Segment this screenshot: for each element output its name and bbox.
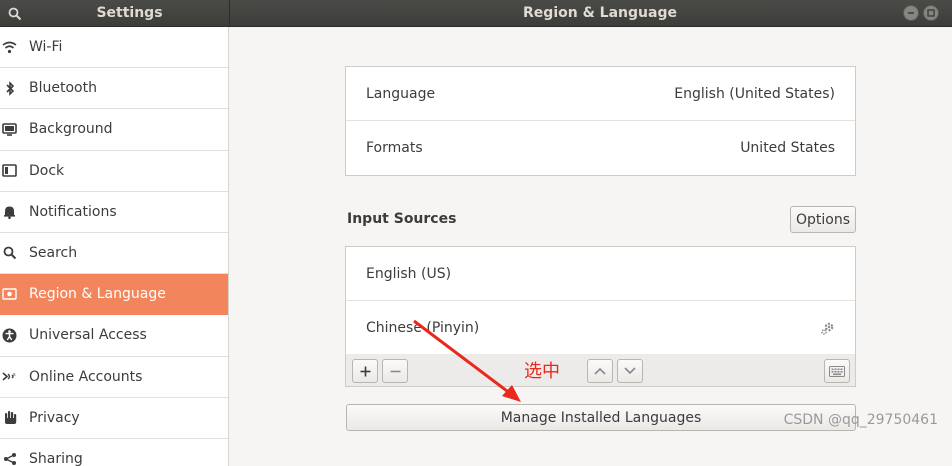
header-bar: Settings Region & Language — [0, 0, 952, 27]
bluetooth-icon — [2, 80, 17, 96]
sidebar-item-label: Sharing — [29, 450, 83, 466]
sidebar-item-bluetooth[interactable]: Bluetooth — [0, 68, 228, 110]
sidebar-item-label: Region & Language — [29, 286, 166, 303]
minimize-icon — [908, 12, 914, 14]
sidebar-item-label: Universal Access — [29, 327, 147, 344]
main-panel: Language English (United States) Formats… — [230, 27, 952, 466]
sidebar: Wi-Fi Bluetooth Background Dock Notifica… — [0, 27, 229, 466]
sidebar-item-sharing[interactable]: Sharing — [0, 439, 228, 466]
sidebar-item-label: Bluetooth — [29, 80, 97, 97]
sidebar-item-label: Privacy — [29, 409, 80, 426]
sidebar-item-online-accounts[interactable]: s Online Accounts — [0, 357, 228, 398]
flag-icon — [2, 286, 17, 302]
sidebar-item-label: Search — [29, 245, 78, 262]
minimize-button[interactable] — [903, 5, 919, 21]
hand-icon — [2, 410, 17, 426]
sidebar-item-label: Online Accounts — [29, 368, 143, 385]
accessibility-icon — [2, 327, 17, 343]
online-accounts-icon: s — [2, 369, 17, 385]
sidebar-item-notifications[interactable]: Notifications — [0, 192, 228, 233]
sidebar-item-privacy[interactable]: Privacy — [0, 398, 228, 439]
sidebar-item-dock[interactable]: Dock — [0, 151, 228, 192]
sidebar-item-label: Background — [29, 121, 113, 138]
search-icon — [8, 7, 21, 20]
maximize-button[interactable] — [923, 5, 939, 21]
sidebar-item-search[interactable]: Search — [0, 233, 228, 275]
search-button[interactable] — [0, 0, 29, 27]
sidebar-item-label: Dock — [29, 162, 65, 179]
sidebar-item-label: Wi-Fi — [29, 39, 63, 56]
bell-icon — [2, 204, 17, 220]
watermark: CSDN @qq_29750461 — [783, 412, 938, 428]
sidebar-title: Settings — [96, 5, 163, 21]
svg-text:s: s — [13, 372, 16, 378]
sidebar-item-label: Notifications — [29, 203, 117, 220]
sidebar-item-universal-access[interactable]: Universal Access — [0, 315, 228, 357]
page-title: Region & Language — [523, 5, 677, 21]
sidebar-item-region-language[interactable]: Region & Language — [0, 274, 228, 316]
annotation-arrow — [413, 319, 521, 402]
maximize-icon — [927, 9, 935, 17]
annotation-label: 选中 — [524, 361, 560, 382]
background-icon — [2, 121, 17, 137]
wifi-icon — [2, 39, 17, 55]
search-icon — [2, 245, 17, 261]
sidebar-item-background[interactable]: Background — [0, 109, 228, 151]
share-icon — [2, 451, 17, 466]
sidebar-item-wifi[interactable]: Wi-Fi — [0, 27, 228, 69]
dock-icon — [2, 163, 17, 179]
